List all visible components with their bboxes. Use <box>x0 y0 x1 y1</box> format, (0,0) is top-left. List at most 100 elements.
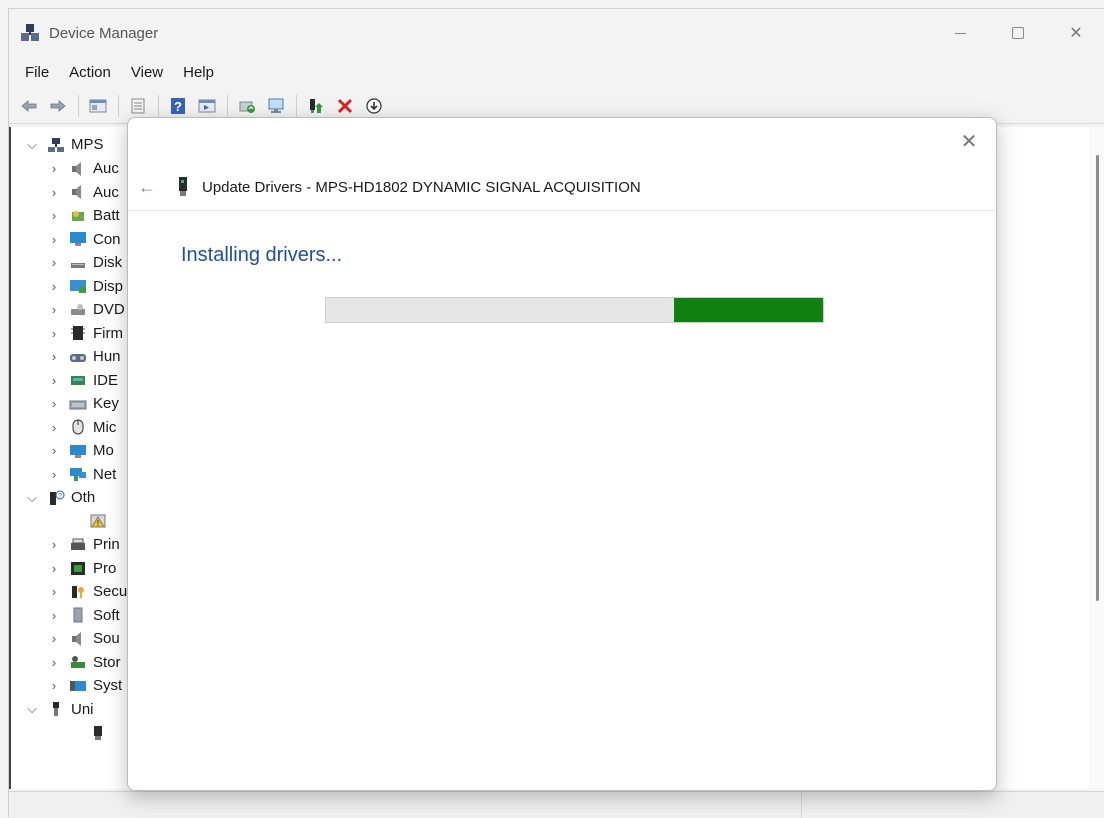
printer-icon <box>71 538 85 550</box>
tree-category-item[interactable]: › Syst <box>47 674 122 697</box>
chevron-right-icon[interactable]: › <box>47 349 61 364</box>
speaker-icon <box>72 161 81 176</box>
tree-category-item[interactable]: › Mo <box>47 439 114 462</box>
status-divider <box>801 792 802 818</box>
tree-category-item[interactable]: › Net <box>47 463 117 486</box>
chevron-right-icon[interactable]: › <box>47 232 61 247</box>
chevron-right-icon[interactable]: › <box>47 420 61 435</box>
tree-category-item[interactable]: › Stor <box>47 651 121 674</box>
scroll-thumb[interactable] <box>1096 155 1099 601</box>
chevron-right-icon[interactable]: › <box>47 537 61 552</box>
processor-icon <box>71 562 85 575</box>
chevron-right-icon[interactable]: › <box>47 279 61 294</box>
maximize-button[interactable] <box>989 9 1047 57</box>
chevron-down-icon[interactable]: ⌵ <box>25 701 39 717</box>
properties-button[interactable] <box>124 93 152 119</box>
chevron-right-icon[interactable]: › <box>47 326 61 341</box>
computer-network-icon <box>48 137 64 152</box>
tree-child-item[interactable]: ! <box>67 510 113 533</box>
view-button[interactable] <box>193 93 221 119</box>
help-button[interactable]: ? <box>164 93 192 119</box>
back-button[interactable] <box>15 93 43 119</box>
view-icon <box>198 99 216 113</box>
back-arrow-icon[interactable]: ← <box>138 177 160 198</box>
other-devices-icon: ? <box>50 490 65 505</box>
dialog-close-button[interactable]: ✕ <box>958 130 980 153</box>
vertical-scrollbar[interactable] <box>1089 127 1104 789</box>
close-icon: ✕ <box>960 130 978 153</box>
hid-icon <box>70 353 86 362</box>
chevron-right-icon[interactable]: › <box>47 655 61 670</box>
back-arrow-icon <box>21 100 37 112</box>
scan-hardware-button[interactable] <box>262 93 290 119</box>
chevron-right-icon[interactable]: › <box>47 608 61 623</box>
chevron-down-icon[interactable]: ⌵ <box>25 490 39 506</box>
tree-category-item[interactable]: › Key <box>47 392 119 415</box>
chevron-right-icon[interactable]: › <box>47 161 61 176</box>
chevron-right-icon[interactable]: › <box>47 302 61 317</box>
chevron-right-icon[interactable]: › <box>47 631 61 646</box>
tree-category-item[interactable]: › Hun <box>47 345 121 368</box>
forward-button[interactable] <box>44 93 72 119</box>
tree-item-label: Soft <box>93 606 120 624</box>
chevron-right-icon[interactable]: › <box>47 467 61 482</box>
tree-category-item[interactable]: ⌵? Oth <box>25 486 95 509</box>
toolbar-separator <box>296 95 297 117</box>
chevron-down-icon[interactable]: ⌵ <box>25 137 39 153</box>
installing-heading: Installing drivers... <box>181 244 343 266</box>
tree-category-item[interactable]: ⌵ Uni <box>25 698 93 721</box>
tree-category-item[interactable]: › Auc <box>47 157 119 180</box>
dialog-title: Update Drivers - MPS-HD1802 DYNAMIC SIGN… <box>202 178 641 196</box>
chevron-right-icon[interactable]: › <box>47 185 61 200</box>
tree-category-item[interactable]: › IDE <box>47 369 118 392</box>
tree-category-item[interactable]: › Prin <box>47 533 120 556</box>
network-adapter-icon <box>70 468 86 481</box>
tree-category-item[interactable]: › Disp <box>47 275 123 298</box>
chevron-right-icon[interactable]: › <box>47 396 61 411</box>
chevron-right-icon[interactable]: › <box>47 208 61 223</box>
tree-root[interactable]: ⌵ MPS <box>25 133 103 156</box>
download-icon <box>366 98 382 114</box>
keyboard-icon <box>69 400 87 409</box>
unknown-device-warning-icon: ! <box>90 514 106 528</box>
display-adapter-icon <box>70 280 86 293</box>
tree-child-item[interactable] <box>67 721 113 744</box>
dialog-header: ← Update Drivers - MPS-HD1802 DYNAMIC SI… <box>128 164 996 211</box>
update-driver-button[interactable] <box>233 93 261 119</box>
usb-device-icon <box>94 725 102 740</box>
tree-item-label: Firm <box>93 324 123 342</box>
tree-category-item[interactable]: › Auc <box>47 181 119 204</box>
menu-file[interactable]: File <box>17 64 61 81</box>
tree-item-label: Hun <box>93 348 121 365</box>
tree-category-item[interactable]: › Disk <box>47 251 122 274</box>
tree-category-item[interactable]: › Pro <box>47 557 117 580</box>
chevron-right-icon[interactable]: › <box>47 561 61 576</box>
show-hide-tree-button[interactable] <box>84 93 112 119</box>
tree-category-item[interactable]: › Sou <box>47 627 120 650</box>
tree-item-label: Con <box>93 230 121 248</box>
close-button[interactable]: ✕ <box>1047 9 1104 57</box>
chevron-right-icon[interactable]: › <box>47 584 61 599</box>
uninstall-button[interactable] <box>331 93 359 119</box>
svg-text:!: ! <box>97 519 99 528</box>
enable-device-button[interactable] <box>302 93 330 119</box>
download-button[interactable] <box>360 93 388 119</box>
dvd-drive-icon <box>71 303 85 315</box>
tree-category-item[interactable]: › Mic <box>47 416 117 439</box>
chevron-right-icon[interactable]: › <box>47 255 61 270</box>
security-device-icon <box>72 585 84 598</box>
menu-help[interactable]: Help <box>175 64 226 81</box>
tree-category-item[interactable]: › Con <box>47 228 121 251</box>
chevron-right-icon[interactable]: › <box>47 373 61 388</box>
tree-category-item[interactable]: › Batt <box>47 204 120 227</box>
tree-category-item[interactable]: › DVD <box>47 298 125 321</box>
chevron-right-icon[interactable]: › <box>47 443 61 458</box>
minimize-button[interactable] <box>931 9 989 57</box>
tree-category-item[interactable]: › Soft <box>47 604 120 627</box>
menu-action[interactable]: Action <box>61 64 123 81</box>
chevron-right-icon[interactable]: › <box>47 678 61 693</box>
tree-category-item[interactable]: › Firm <box>47 322 123 345</box>
tree-category-item[interactable]: › Secu <box>47 580 127 603</box>
tree-item-label: Pro <box>93 559 117 577</box>
menu-view[interactable]: View <box>123 64 175 81</box>
